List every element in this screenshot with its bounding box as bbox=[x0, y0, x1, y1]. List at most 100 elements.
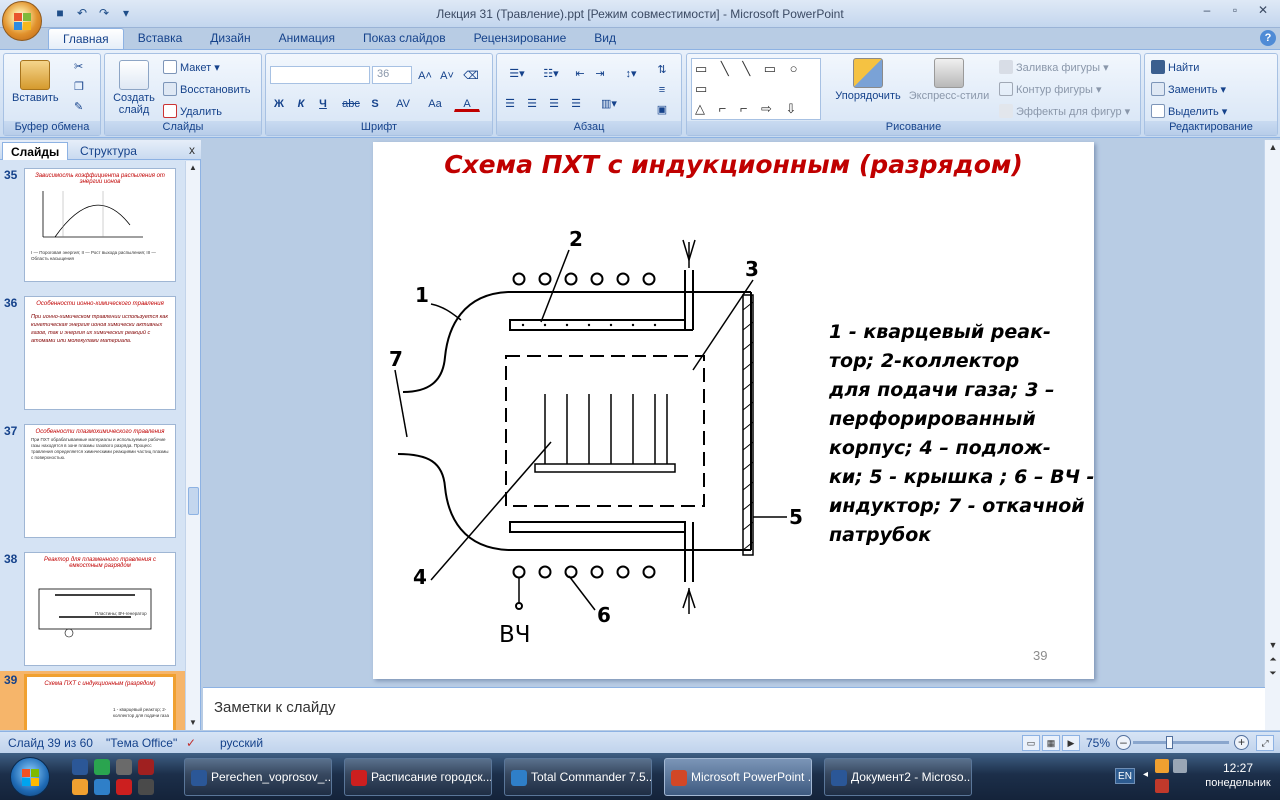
minimize-button[interactable]: – bbox=[1194, 2, 1220, 20]
scroll-down-icon[interactable]: ▼ bbox=[1265, 640, 1280, 650]
close-icon[interactable]: x bbox=[189, 143, 195, 157]
thumbnail-item[interactable]: 35 Зависимость коэффициента распыления о… bbox=[0, 166, 185, 284]
decrease-indent-icon[interactable]: ⇤ bbox=[571, 64, 589, 82]
slideshow-view-icon[interactable]: ▶ bbox=[1062, 735, 1080, 751]
change-case-button[interactable]: Aa bbox=[422, 94, 448, 112]
select-button[interactable]: Выделить ▾ bbox=[1151, 104, 1227, 118]
taskbar-item[interactable]: Документ2 - Microso... bbox=[824, 758, 972, 796]
tab-insert[interactable]: Вставка bbox=[124, 28, 197, 50]
slide-thumbnail[interactable]: Зависимость коэффициента распыления от э… bbox=[24, 168, 176, 282]
slide-thumbnail[interactable]: Особенности ионно-химического травления … bbox=[24, 296, 176, 410]
font-family-combo[interactable] bbox=[270, 66, 370, 84]
slides-pane-scrollbar[interactable]: ▲ ▼ bbox=[185, 161, 200, 730]
char-spacing-button[interactable]: AV bbox=[390, 94, 416, 112]
tab-view[interactable]: Вид bbox=[580, 28, 630, 50]
slide-thumbnail[interactable]: Особенности плазмохимического травления … bbox=[24, 424, 176, 538]
scroll-down-icon[interactable]: ▼ bbox=[186, 716, 200, 730]
thumbnail-item[interactable]: 37 Особенности плазмохимического травлен… bbox=[0, 422, 185, 540]
next-slide-icon[interactable]: ⏷ bbox=[1265, 668, 1280, 679]
tab-slides[interactable]: Слайды bbox=[2, 142, 69, 160]
clear-format-icon[interactable]: ⌫ bbox=[462, 66, 480, 84]
start-button[interactable] bbox=[10, 757, 50, 797]
close-button[interactable]: ✕ bbox=[1250, 2, 1276, 20]
thumbnail-item-selected[interactable]: 39 Схема ПХТ с индукционным (разрядом) 1… bbox=[0, 671, 185, 730]
zoom-slider[interactable] bbox=[1133, 741, 1229, 744]
align-right-icon[interactable]: ☰ bbox=[545, 94, 563, 112]
numbering-icon[interactable]: ☷▾ bbox=[535, 64, 567, 82]
delete-slide-button[interactable]: Удалить bbox=[163, 104, 222, 118]
fit-to-window-icon[interactable]: ⤢ bbox=[1256, 735, 1274, 751]
shape-fill-button[interactable]: Заливка фигуры ▾ bbox=[999, 60, 1109, 74]
justify-icon[interactable]: ☰ bbox=[567, 94, 585, 112]
replace-button[interactable]: Заменить ▾ bbox=[1151, 82, 1226, 96]
shape-outline-button[interactable]: Контур фигуры ▾ bbox=[999, 82, 1102, 96]
find-button[interactable]: Найти bbox=[1151, 60, 1199, 74]
slide-thumbnail[interactable]: Реактор для плазменного травления с емко… bbox=[24, 552, 176, 666]
editor-scrollbar[interactable]: ▲ ▼ ⏶ ⏷ bbox=[1264, 140, 1280, 730]
explorer-icon[interactable] bbox=[138, 779, 154, 795]
show-hidden-icons-icon[interactable]: ◂ bbox=[1143, 769, 1148, 780]
slide-canvas[interactable]: Схема ПХТ с индукционным (разрядом) 1 2 … bbox=[373, 142, 1094, 679]
cut-icon[interactable]: ✂ bbox=[74, 60, 83, 73]
slide-thumbnail[interactable]: Схема ПХТ с индукционным (разрядом) 1 - … bbox=[24, 674, 176, 730]
input-language-icon[interactable] bbox=[1155, 779, 1169, 793]
chrome-icon[interactable] bbox=[94, 759, 110, 775]
scroll-up-icon[interactable]: ▲ bbox=[186, 161, 200, 175]
font-size-combo[interactable]: 36 bbox=[372, 66, 412, 84]
tab-design[interactable]: Дизайн bbox=[196, 28, 264, 50]
quick-styles-button[interactable]: Экспресс-стили bbox=[907, 58, 991, 102]
zoom-level[interactable]: 75% bbox=[1086, 736, 1110, 750]
language-indicator[interactable]: русский bbox=[220, 736, 263, 750]
align-center-icon[interactable]: ☰ bbox=[523, 94, 541, 112]
sorter-view-icon[interactable]: ▦ bbox=[1042, 735, 1060, 751]
zoom-slider-handle[interactable] bbox=[1166, 736, 1173, 749]
shapes-gallery[interactable]: ▭ ╲ ╲ ▭ ○ ▭△ ⌐ ⌐ ⇨ ⇩ ⬭╲ ⌒ ⌒ { } ☆ bbox=[691, 58, 821, 176]
clock[interactable]: 12:27 понедельник bbox=[1202, 761, 1274, 789]
bullets-icon[interactable]: ☰▾ bbox=[501, 64, 533, 82]
aimp-icon[interactable] bbox=[72, 779, 88, 795]
paste-button[interactable]: Вставить bbox=[12, 60, 59, 104]
app-icon[interactable] bbox=[116, 759, 132, 775]
arrange-button[interactable]: Упорядочить bbox=[833, 58, 903, 102]
align-left-icon[interactable]: ☰ bbox=[501, 94, 519, 112]
office-button[interactable] bbox=[2, 1, 42, 41]
scroll-thumb[interactable] bbox=[188, 487, 199, 515]
tray-app-icon[interactable] bbox=[1155, 759, 1169, 773]
new-slide-button[interactable]: Создать слайд bbox=[109, 60, 159, 116]
zoom-out-icon[interactable]: – bbox=[1116, 735, 1131, 750]
ie-icon[interactable] bbox=[94, 779, 110, 795]
align-text-icon[interactable]: ≡ bbox=[653, 80, 671, 98]
winrar-icon[interactable] bbox=[138, 759, 154, 775]
reset-button[interactable]: Восстановить bbox=[163, 82, 250, 96]
taskbar-item[interactable]: Perechen_voprosov_... bbox=[184, 758, 332, 796]
text-direction-icon[interactable]: ⇅ bbox=[653, 60, 671, 78]
layout-button[interactable]: Макет ▾ bbox=[163, 60, 220, 74]
font-color-button[interactable]: A bbox=[454, 94, 480, 112]
columns-icon[interactable]: ▥▾ bbox=[595, 94, 623, 112]
increase-indent-icon[interactable]: ⇥ bbox=[591, 64, 609, 82]
theme-name[interactable]: "Тема Office" bbox=[106, 736, 177, 750]
shrink-font-icon[interactable]: A˅ bbox=[438, 66, 456, 84]
spellcheck-icon[interactable]: ✓ bbox=[186, 736, 196, 750]
underline-button[interactable]: Ч bbox=[314, 94, 332, 112]
thumbnail-item[interactable]: 38 Реактор для плазменного травления с е… bbox=[0, 550, 185, 668]
shape-effects-button[interactable]: Эффекты для фигур ▾ bbox=[999, 104, 1130, 118]
tab-home[interactable]: Главная bbox=[48, 28, 124, 50]
tab-outline[interactable]: Структура bbox=[72, 142, 145, 160]
word-icon[interactable] bbox=[72, 759, 88, 775]
shadow-button[interactable]: S bbox=[366, 94, 384, 112]
maximize-button[interactable]: ▫ bbox=[1222, 2, 1248, 20]
legend-text[interactable]: 1 - кварцевый реак- тор; 2-коллектор для… bbox=[829, 318, 1097, 550]
network-icon[interactable] bbox=[1173, 759, 1187, 773]
taskbar-item[interactable]: Расписание городск... bbox=[344, 758, 492, 796]
italic-button[interactable]: К bbox=[292, 94, 310, 112]
grow-font-icon[interactable]: A˄ bbox=[416, 66, 434, 84]
keyboard-language[interactable]: EN bbox=[1115, 768, 1135, 784]
notes-pane[interactable]: Заметки к слайду bbox=[203, 687, 1265, 730]
tab-animation[interactable]: Анимация bbox=[265, 28, 349, 50]
opera-icon[interactable] bbox=[116, 779, 132, 795]
tab-review[interactable]: Рецензирование bbox=[460, 28, 581, 50]
tab-slideshow[interactable]: Показ слайдов bbox=[349, 28, 460, 50]
bold-button[interactable]: Ж bbox=[270, 94, 288, 112]
previous-slide-icon[interactable]: ⏶ bbox=[1265, 654, 1280, 665]
